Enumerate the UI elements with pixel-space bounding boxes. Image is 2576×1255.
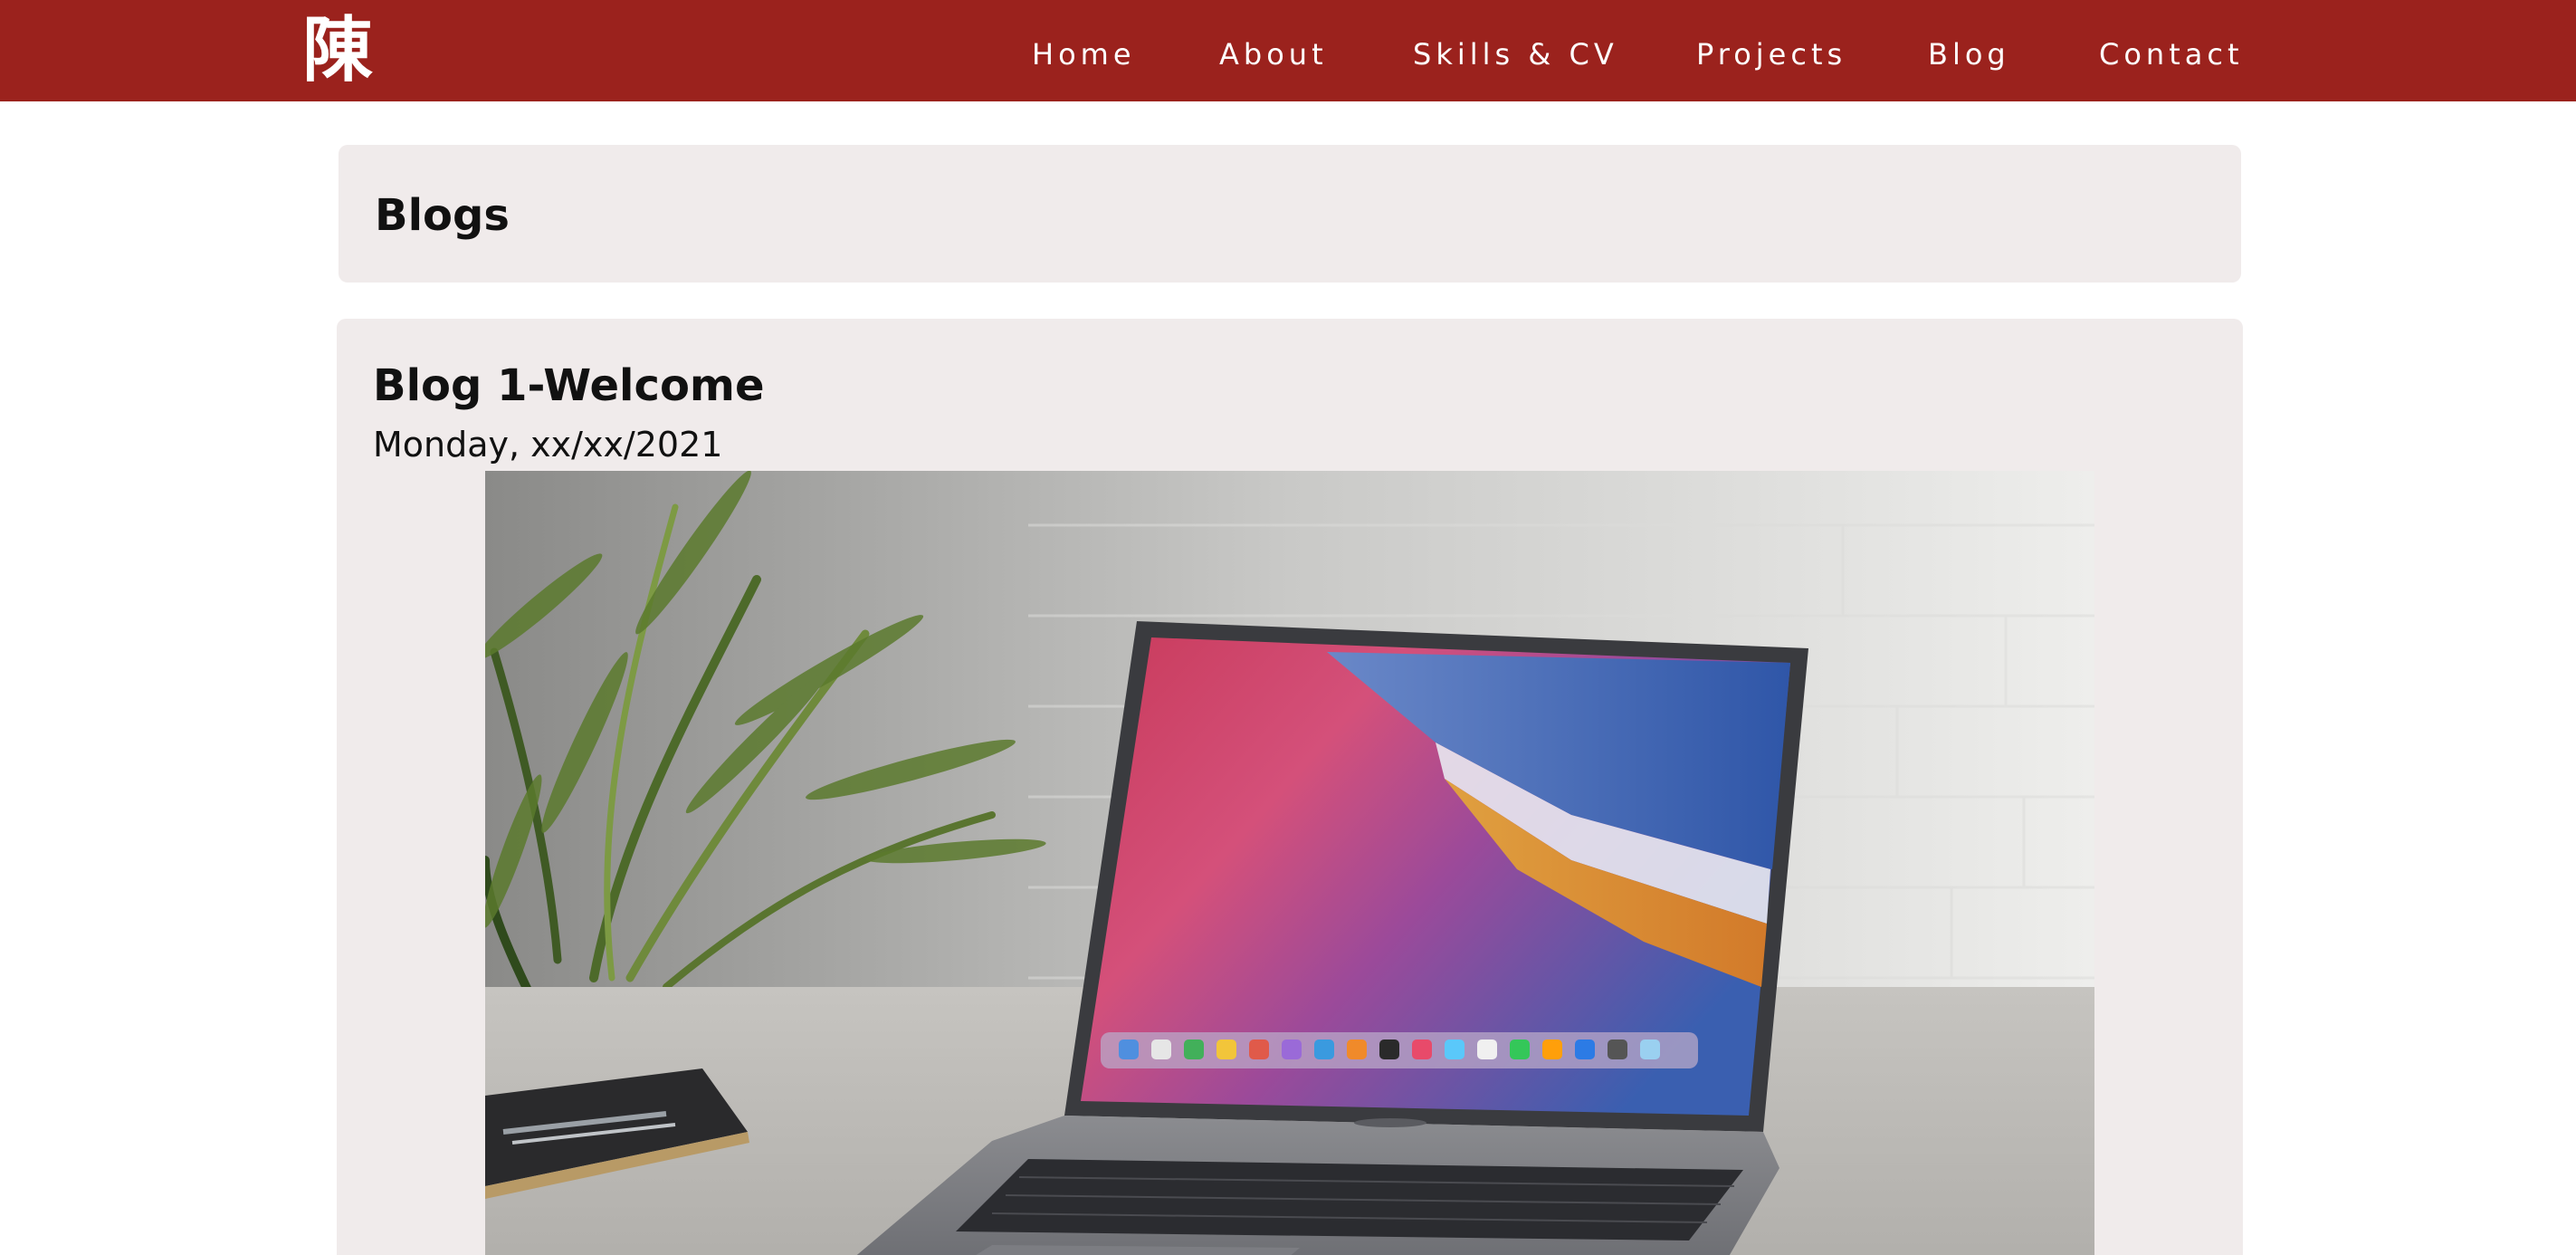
nav-blog[interactable]: Blog — [1928, 33, 2010, 76]
top-nav-bar: 陳 Home About Skills & CV Projects Blog C… — [0, 0, 2576, 101]
nav-about[interactable]: About — [1219, 33, 1328, 76]
blogs-header-panel: Blogs — [339, 145, 2241, 283]
nav-skills-cv[interactable]: Skills & CV — [1413, 33, 1618, 76]
post-image-laptop — [485, 471, 2094, 1255]
nav-home[interactable]: Home — [1032, 33, 1136, 76]
blog-post-card: Blog 1-Welcome Monday, xx/xx/2021 — [337, 319, 2243, 1255]
site-logo[interactable]: 陳 — [302, 9, 373, 92]
post-date: Monday, xx/xx/2021 — [373, 425, 723, 465]
page-title: Blogs — [375, 190, 510, 241]
nav-projects[interactable]: Projects — [1696, 33, 1846, 76]
post-title[interactable]: Blog 1-Welcome — [373, 359, 765, 413]
nav-contact[interactable]: Contact — [2099, 33, 2244, 76]
